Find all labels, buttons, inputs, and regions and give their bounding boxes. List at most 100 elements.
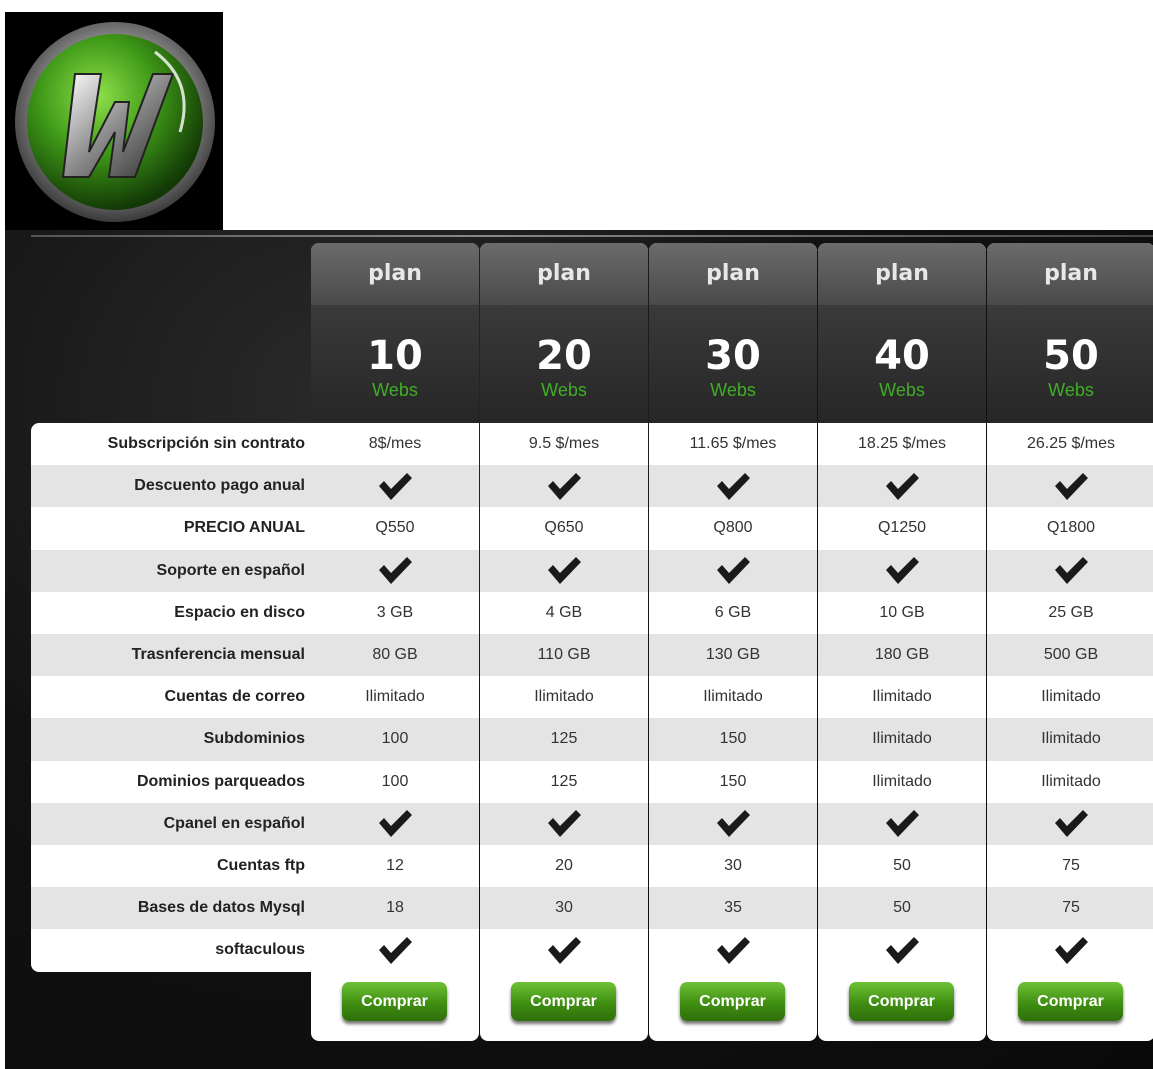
buy-area: Comprar — [480, 971, 648, 1040]
checkmark-icon — [818, 549, 986, 592]
feature-label: Dominios parqueados — [136, 772, 305, 790]
plan-value: 25 GB — [1048, 603, 1094, 621]
plan-value: Q1800 — [1046, 519, 1096, 537]
plan-value: 10 GB — [879, 603, 925, 621]
plan-value: 12 — [386, 856, 404, 874]
checkmark-icon — [649, 465, 817, 508]
plan-value: 100 — [311, 718, 479, 761]
feature-label: Espacio en disco — [174, 603, 305, 621]
plan-value: 150 — [719, 772, 747, 790]
checkmark-icon — [818, 929, 986, 971]
checkmark-icon — [311, 802, 479, 845]
plan-header: plan — [987, 243, 1153, 305]
plan-unit: Webs — [710, 380, 756, 400]
plan-size: 40 Webs — [818, 305, 986, 423]
checkmark-icon — [987, 929, 1153, 971]
feature-label: Subscripción sin contrato — [107, 435, 305, 452]
plan-value: Ilimitado — [872, 772, 932, 790]
pricing-table: Subscripción sin contrato Descuento pago … — [5, 230, 1153, 1069]
plan-header: plan — [818, 243, 986, 305]
checkmark-icon — [480, 929, 648, 971]
feature-label: Bases de datos Mysql — [31, 887, 313, 930]
plan-value: 26.25 $/mes — [1026, 435, 1116, 452]
plan-value: 80 GB — [311, 633, 479, 677]
plan-unit: Webs — [879, 380, 925, 400]
plan-value: 30 — [724, 856, 742, 874]
plan-number: 30 — [705, 333, 761, 379]
checkmark-icon — [987, 802, 1153, 845]
checkmark-icon — [649, 802, 817, 845]
plan-size: 20 Webs — [480, 305, 648, 423]
plan-number: 40 — [874, 333, 930, 379]
plan-header: plan — [649, 243, 817, 305]
plan-number: 20 — [536, 333, 592, 379]
buy-area: Comprar — [649, 971, 817, 1040]
checkmark-icon — [311, 549, 479, 592]
plan-value: 3 GB — [376, 603, 414, 621]
plan-value: 18 — [311, 887, 479, 930]
buy-button[interactable]: Comprar — [1018, 982, 1123, 1022]
plan-size: 10 Webs — [311, 305, 479, 423]
plan-value: Ilimitado — [534, 688, 594, 706]
checkmark-icon — [480, 465, 648, 508]
plan-value: 8$/mes — [368, 435, 422, 452]
plan-value: Q550 — [375, 519, 415, 537]
plan-value: 50 — [818, 887, 986, 930]
plan-size: 30 Webs — [649, 305, 817, 423]
feature-label: PRECIO ANUAL — [183, 519, 305, 537]
plan-value: 35 — [649, 887, 817, 930]
plan-unit: Webs — [541, 380, 587, 400]
checkmark-icon — [987, 549, 1153, 592]
plan-size: 50 Webs — [987, 305, 1153, 423]
plan-value: Q800 — [713, 519, 753, 537]
feature-label: Cuentas de correo — [164, 688, 305, 706]
plan-value: 110 GB — [480, 633, 648, 677]
feature-label: Descuento pago anual — [31, 465, 313, 508]
plan-value: 9.5 $/mes — [528, 435, 600, 452]
plan-value: 11.65 $/mes — [689, 435, 777, 452]
plan-value: Ilimitado — [818, 718, 986, 761]
plan-unit: Webs — [1048, 380, 1094, 400]
checkmark-icon — [987, 465, 1153, 508]
buy-button[interactable]: Comprar — [849, 982, 954, 1022]
plan-column: plan 10 Webs 8$/mes Q550 3 GB 80 GB Ilimitado 10… — [311, 243, 479, 1041]
checkmark-icon — [818, 802, 986, 845]
buy-button[interactable]: Comprar — [342, 982, 447, 1022]
plan-value: 6 GB — [714, 603, 752, 621]
plan-column: plan 40 Webs 18.25 $/mes Q1250 10 GB 180 GB Ili… — [818, 243, 986, 1041]
plan-value: 18.25 $/mes — [857, 435, 947, 452]
plan-column: plan 30 Webs 11.65 $/mes Q800 6 GB 130 GB Ilimi… — [649, 243, 817, 1041]
plan-value: Ilimitado — [1041, 688, 1101, 706]
feature-label: Trasnferencia mensual — [31, 633, 313, 677]
plan-value: 125 — [550, 772, 578, 790]
checkmark-icon — [480, 802, 648, 845]
plan-column: plan 50 Webs 26.25 $/mes Q1800 25 GB 500 GB Ili… — [987, 243, 1153, 1041]
plan-value: 75 — [1062, 856, 1080, 874]
feature-label: Subdominios — [31, 718, 313, 761]
buy-button[interactable]: Comprar — [511, 982, 616, 1022]
plan-value: Ilimitado — [365, 688, 425, 706]
plan-number: 10 — [367, 333, 423, 379]
checkmark-icon — [818, 465, 986, 508]
feature-label: Cpanel en español — [31, 802, 313, 845]
plan-column: plan 20 Webs 9.5 $/mes Q650 4 GB 110 GB Ilimita… — [480, 243, 648, 1041]
plan-value: 130 GB — [649, 633, 817, 677]
checkmark-icon — [311, 465, 479, 508]
feature-label: softaculous — [215, 941, 305, 959]
buy-area: Comprar — [311, 971, 479, 1040]
plan-value: 500 GB — [987, 633, 1153, 677]
feature-labels: Subscripción sin contrato Descuento pago … — [31, 423, 313, 972]
plan-unit: Webs — [372, 380, 418, 400]
plan-value: Ilimitado — [1041, 772, 1101, 790]
checkmark-icon — [480, 549, 648, 592]
plan-value: 4 GB — [545, 603, 583, 621]
plan-value: 30 — [480, 887, 648, 930]
plan-value: Ilimitado — [987, 718, 1153, 761]
plan-value: Ilimitado — [703, 688, 763, 706]
buy-area: Comprar — [818, 971, 986, 1040]
feature-label: Soporte en español — [31, 549, 313, 592]
plan-header: plan — [311, 243, 479, 305]
plan-value: 75 — [987, 887, 1153, 930]
plan-value: 20 — [555, 856, 573, 874]
buy-button[interactable]: Comprar — [680, 982, 785, 1022]
